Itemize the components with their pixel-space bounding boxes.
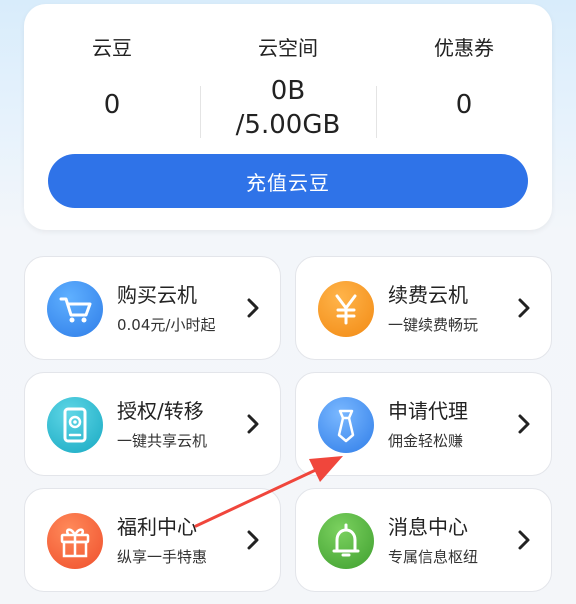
tile-buy-cloud-phone[interactable]: 购买云机 0.04元/小时起 (24, 256, 281, 360)
tile-welfare-center[interactable]: 福利中心 纵享一手特惠 (24, 488, 281, 592)
tile-renew-cloud-phone[interactable]: 续费云机 一键续费畅玩 (295, 256, 552, 360)
stat-label: 优惠券 (434, 36, 494, 60)
chevron-right-icon (518, 298, 530, 318)
tile-subtitle: 一键续费畅玩 (388, 316, 479, 334)
chevron-right-icon (247, 298, 259, 318)
gift-icon (47, 513, 103, 569)
tile-subtitle: 专属信息枢纽 (388, 548, 479, 566)
stat-value-total: /5.00GB (235, 110, 341, 140)
chevron-right-icon (247, 530, 259, 550)
phone-share-icon (47, 397, 103, 453)
divider (200, 86, 201, 138)
account-stats: 云豆 0 云空间 0B /5.00GB 优惠券 0 (24, 34, 552, 144)
tile-title: 购买云机 (117, 283, 197, 307)
account-summary-card: 云豆 0 云空间 0B /5.00GB 优惠券 0 充值云豆 (24, 4, 552, 230)
stat-label: 云豆 (92, 36, 132, 60)
tile-subtitle: 0.04元/小时起 (117, 316, 216, 334)
tile-subtitle: 佣金轻松赚 (388, 432, 464, 450)
tile-title: 福利中心 (117, 515, 197, 539)
recharge-button[interactable]: 充值云豆 (48, 154, 528, 208)
tile-title: 授权/转移 (117, 399, 204, 423)
stat-yundou[interactable]: 云豆 0 (24, 34, 200, 144)
tile-subtitle: 一键共享云机 (117, 432, 208, 450)
tile-title: 申请代理 (388, 399, 468, 423)
tile-apply-agent[interactable]: 申请代理 佣金轻松赚 (295, 372, 552, 476)
cart-icon (47, 281, 103, 337)
yen-icon (318, 281, 374, 337)
tile-authorize-transfer[interactable]: 授权/转移 一键共享云机 (24, 372, 281, 476)
chevron-right-icon (518, 530, 530, 550)
chevron-right-icon (247, 414, 259, 434)
divider (376, 86, 377, 138)
tile-message-center[interactable]: 消息中心 专属信息枢纽 (295, 488, 552, 592)
stat-cloud-space[interactable]: 云空间 0B /5.00GB (200, 34, 376, 144)
tile-title: 续费云机 (388, 283, 468, 307)
stat-value: 0 (103, 90, 121, 120)
tile-title: 消息中心 (388, 515, 468, 539)
stat-value-used: 0B (270, 76, 306, 106)
chevron-right-icon (518, 414, 530, 434)
tile-subtitle: 纵享一手特惠 (117, 548, 208, 566)
tie-icon (318, 397, 374, 453)
stat-coupons[interactable]: 优惠券 0 (376, 34, 552, 144)
stat-value: 0B /5.00GB (213, 74, 363, 142)
stat-value: 0 (455, 90, 473, 120)
bell-icon (318, 513, 374, 569)
stat-label: 云空间 (258, 36, 318, 60)
